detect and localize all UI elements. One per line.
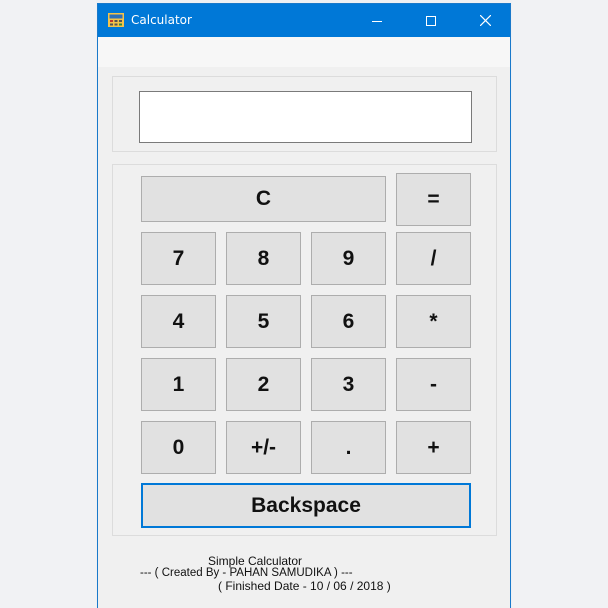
divide-button[interactable]: / [396, 232, 471, 285]
title-bar[interactable]: Calculator [98, 4, 510, 37]
multiply-button[interactable]: * [396, 295, 471, 348]
footer-finished-date: ( Finished Date - 10 / 06 / 2018 ) [218, 579, 391, 593]
maximize-icon [426, 15, 436, 26]
digit-3-button[interactable]: 3 [311, 358, 386, 411]
digit-4-button[interactable]: 4 [141, 295, 216, 348]
calculator-app-icon [108, 13, 124, 27]
equals-button[interactable]: = [396, 173, 471, 226]
decimal-button[interactable]: . [311, 421, 386, 474]
digit-7-button[interactable]: 7 [141, 232, 216, 285]
digit-6-button[interactable]: 6 [311, 295, 386, 348]
calculator-window: Calculator C = 7 8 9 / 4 5 6 * 1 2 3 - 0… [97, 3, 511, 608]
footer-credits: --- ( Created By - PAHAN SAMUDIKA ) --- [140, 567, 353, 579]
close-button[interactable] [462, 4, 508, 37]
top-strip [98, 37, 510, 67]
window-title: Calculator [131, 13, 192, 27]
add-button[interactable]: + [396, 421, 471, 474]
subtract-button[interactable]: - [396, 358, 471, 411]
close-icon [479, 15, 491, 26]
display-field[interactable] [139, 91, 472, 143]
digit-0-button[interactable]: 0 [141, 421, 216, 474]
footer-app-name: Simple Calculator [208, 554, 303, 568]
desktop-background-left [0, 0, 96, 608]
digit-2-button[interactable]: 2 [226, 358, 301, 411]
digit-5-button[interactable]: 5 [226, 295, 301, 348]
minimize-button[interactable] [354, 4, 400, 37]
minimize-icon [372, 20, 382, 22]
digit-1-button[interactable]: 1 [141, 358, 216, 411]
digit-8-button[interactable]: 8 [226, 232, 301, 285]
maximize-button[interactable] [408, 4, 454, 37]
clear-button[interactable]: C [141, 176, 386, 222]
desktop-background-right [512, 0, 608, 608]
backspace-button[interactable]: Backspace [141, 483, 471, 528]
digit-9-button[interactable]: 9 [311, 232, 386, 285]
negate-button[interactable]: +/- [226, 421, 301, 474]
